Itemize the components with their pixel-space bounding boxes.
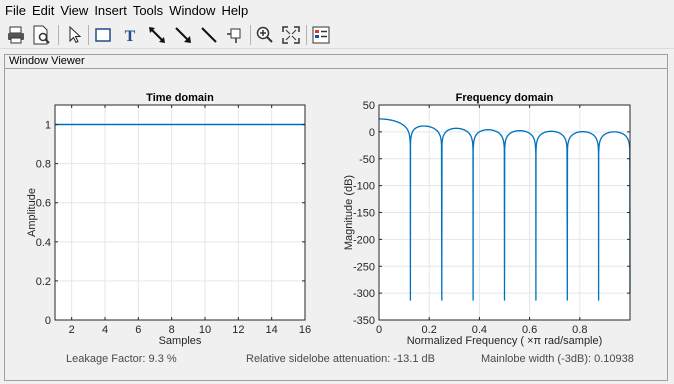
chart-1-y-tick-label: 0.4	[36, 237, 51, 249]
chart-2-y-tick-label: -250	[353, 261, 375, 273]
chart-2-x-axis-label: Normalized Frequency ( ×π rad/sample)	[407, 335, 603, 347]
sidelobe-attenuation-text: Relative sidelobe attenuation: -13.1 dB	[246, 353, 435, 365]
chart-2-y-tick-label: -100	[353, 181, 375, 193]
chart-1-x-tick-label: 2	[69, 324, 75, 336]
chart-1-x-axis-label: Samples	[159, 335, 202, 347]
chart-1-x-tick-label: 14	[266, 324, 278, 336]
chart-1-y-tick-label: 0.2	[36, 276, 51, 288]
leakage-factor-text: Leakage Factor: 9.3 %	[66, 353, 177, 365]
chart-1-y-axis-label: Amplitude	[26, 188, 38, 237]
chart-1-x-tick-label: 12	[232, 324, 244, 336]
chart-2-title: Frequency domain	[456, 92, 554, 104]
chart-2-y-tick-label: 50	[363, 100, 375, 112]
plots-canvas: 2 4 6 8 10 12 14 1600.20.40.60.81Time domainSam…	[26, 92, 631, 347]
chart-2-y-tick-label: -300	[353, 288, 375, 300]
chart-1-plot-area	[55, 105, 305, 320]
chart-2-y-tick-label: -350	[353, 315, 375, 327]
chart-1-x-tick-label: 6	[135, 324, 141, 336]
chart-1-x-tick-label: 16	[299, 324, 311, 336]
chart-2-y-tick-label: -150	[353, 208, 375, 220]
chart-1-x-tick-label: 4	[102, 324, 108, 336]
mainlobe-width-text: Mainlobe width (-3dB): 0.10938	[481, 353, 634, 365]
chart-2-y-tick-label: -50	[359, 154, 375, 166]
chart-1-y-tick-label: 0	[45, 315, 51, 327]
chart-1-y-tick-label: 0.8	[36, 159, 51, 171]
chart-1-title: Time domain	[146, 92, 214, 104]
chart-2-y-tick-label: -200	[353, 234, 375, 246]
chart-2-y-axis-label: Magnitude (dB)	[343, 175, 355, 250]
chart-1-y-tick-label: 1	[45, 120, 51, 132]
chart-2-x-tick-label: 0	[376, 324, 382, 336]
chart-2-y-tick-label: 0	[369, 127, 375, 139]
